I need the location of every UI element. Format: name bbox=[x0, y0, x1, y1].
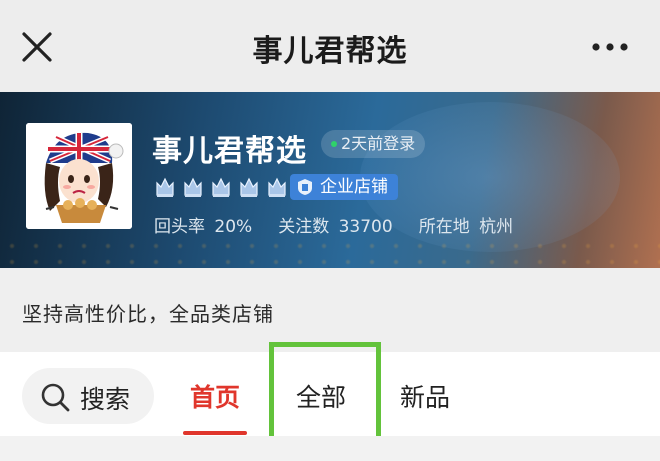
return-rate-value: 20% bbox=[214, 217, 253, 237]
crown-icon bbox=[212, 177, 230, 197]
crown-icon bbox=[184, 177, 202, 197]
shop-banner: 事儿君帮选 2天前登录 企业店铺 回头率 20% 关注数 33700 所在地 杭… bbox=[0, 92, 660, 268]
return-rate-stat: 回头率 20% bbox=[154, 212, 252, 237]
online-status-badge: 2天前登录 bbox=[321, 130, 426, 158]
crown-icon bbox=[156, 177, 174, 197]
shop-name: 事儿君帮选 bbox=[152, 134, 307, 169]
crown-rating bbox=[154, 175, 288, 199]
shop-description-area: 坚持高性价比，全品类店铺 bbox=[0, 268, 660, 352]
enterprise-shop-badge: 企业店铺 bbox=[290, 174, 398, 200]
tab-new[interactable]: 新品 bbox=[400, 378, 450, 414]
location-value: 杭州 bbox=[479, 217, 514, 237]
tab-home[interactable]: 首页 bbox=[190, 378, 240, 414]
shop-avatar[interactable] bbox=[26, 123, 132, 229]
enterprise-icon bbox=[298, 179, 312, 195]
search-icon bbox=[41, 383, 70, 412]
banner-bokeh bbox=[0, 238, 660, 268]
more-dots-icon[interactable] bbox=[590, 40, 630, 54]
location-label: 所在地 bbox=[418, 217, 470, 237]
shop-stats: 回头率 20% 关注数 33700 所在地 杭州 bbox=[154, 212, 513, 237]
followers-label: 关注数 bbox=[278, 217, 330, 237]
crown-icon bbox=[240, 177, 258, 197]
top-nav-bar: 事儿君帮选 bbox=[0, 0, 660, 92]
followers-stat: 关注数 33700 bbox=[278, 212, 393, 237]
location-stat: 所在地 杭州 bbox=[419, 212, 513, 237]
crown-icon bbox=[268, 177, 286, 197]
return-rate-label: 回头率 bbox=[154, 217, 205, 237]
content-top-strip bbox=[0, 436, 660, 461]
page-title: 事儿君帮选 bbox=[252, 34, 408, 69]
active-tab-indicator bbox=[183, 431, 247, 435]
online-dot-icon bbox=[331, 141, 337, 147]
avatar-illustration bbox=[26, 123, 132, 229]
online-status-text: 2天前登录 bbox=[341, 134, 416, 153]
followers-value: 33700 bbox=[338, 217, 393, 237]
enterprise-badge-text: 企业店铺 bbox=[320, 177, 388, 197]
tab-all[interactable]: 全部 bbox=[296, 378, 346, 414]
search-label: 搜索 bbox=[80, 385, 131, 414]
shop-description: 坚持高性价比，全品类店铺 bbox=[22, 302, 274, 326]
search-button[interactable]: 搜索 bbox=[22, 368, 154, 424]
